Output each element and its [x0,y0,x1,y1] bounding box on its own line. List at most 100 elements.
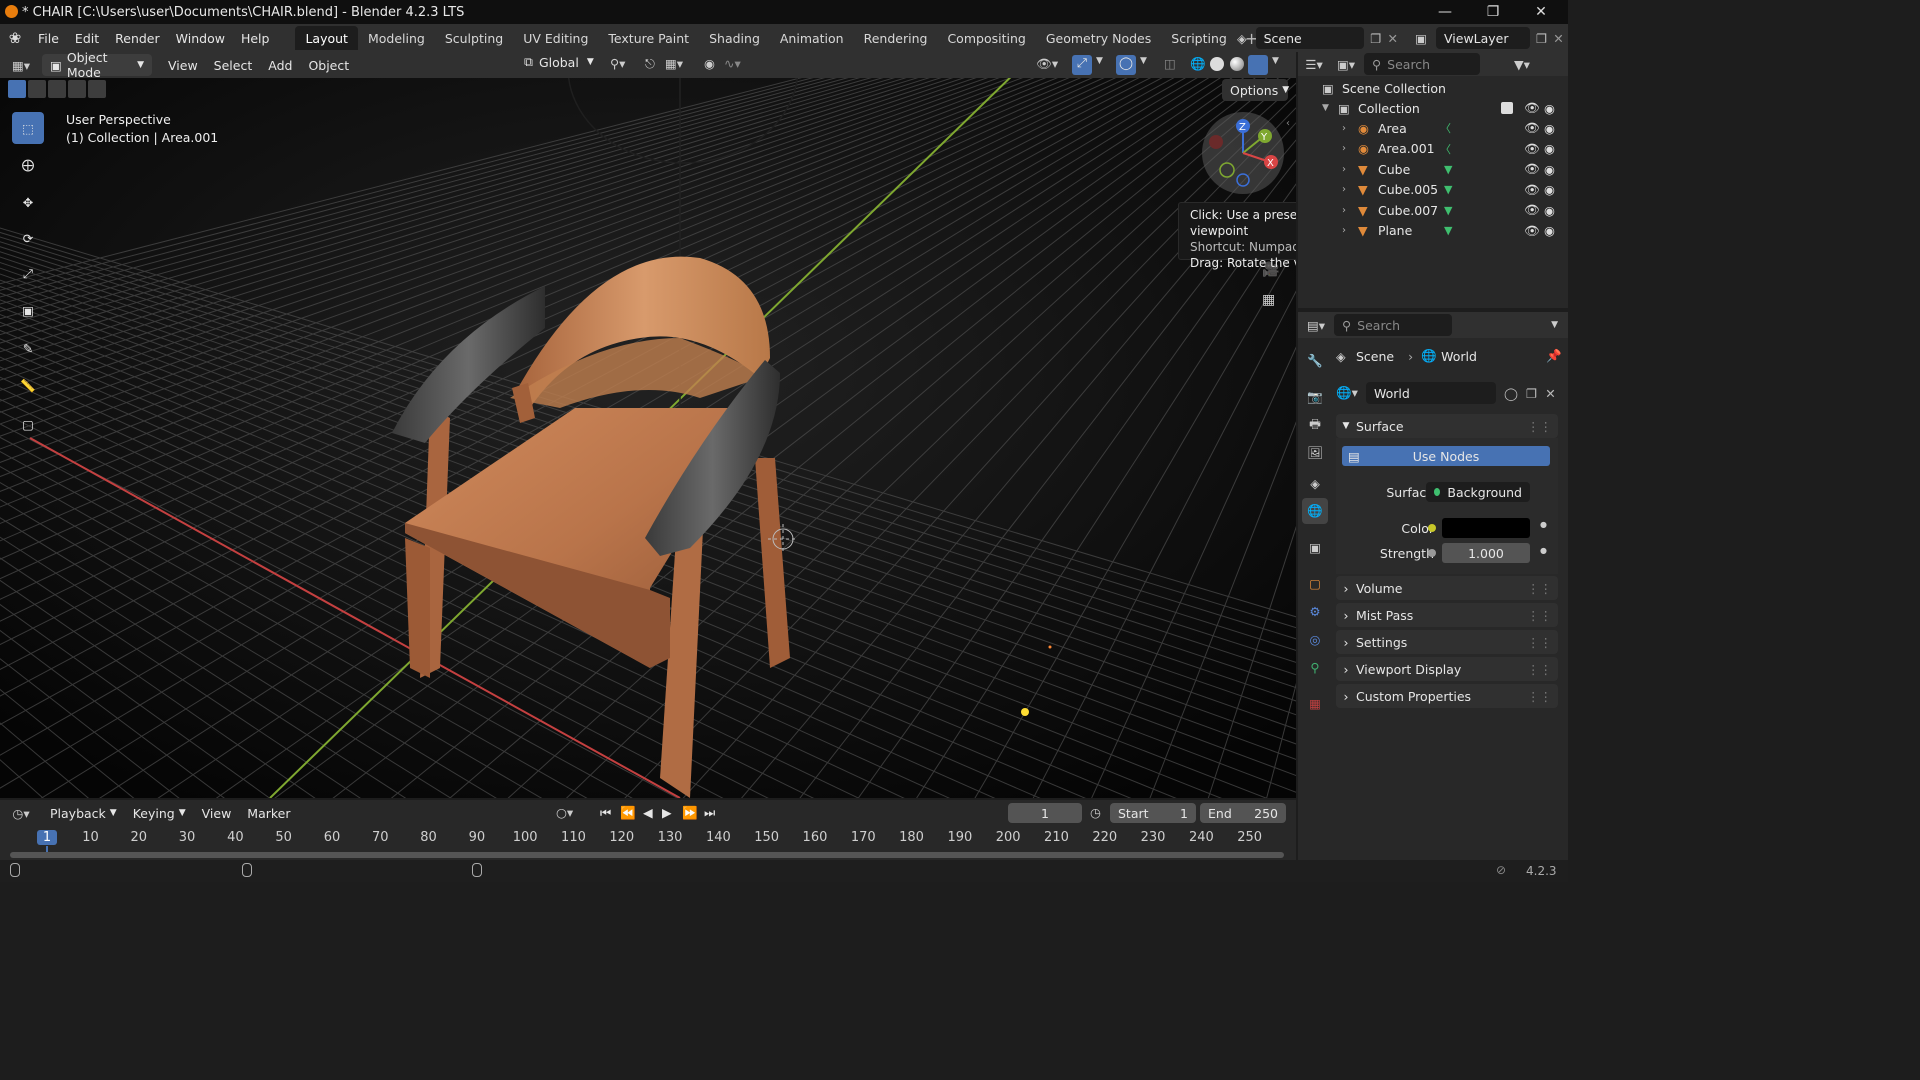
scene-tab-icon[interactable]: ◈ [1302,470,1328,496]
tab-layout[interactable]: Layout [295,26,358,50]
select-box-tool-icon[interactable]: ⬚ [12,112,44,144]
sidebar-toggle-icon[interactable]: ‹ [1286,118,1290,129]
select-new-icon[interactable] [8,80,26,98]
constraint-tab-icon[interactable]: ⚲ [1302,654,1328,680]
chevron-down-icon[interactable]: ▼ [1551,320,1558,330]
menu-edit[interactable]: Edit [67,24,107,52]
mesh-data-icon[interactable]: ▼ [1444,204,1452,217]
cursor-tool-icon[interactable]: ⨁ [12,148,44,180]
outliner-search[interactable]: ⚲ Search [1364,53,1480,75]
mesh-data-icon[interactable]: ▼ [1444,163,1452,176]
chevron-right-icon[interactable]: › [1342,123,1358,134]
view-layer-tab-icon[interactable]: 🖼 [1302,440,1328,466]
menu-window[interactable]: Window [168,24,233,52]
mesh-data-icon[interactable]: ▼ [1444,224,1452,237]
vp-menu-object[interactable]: Object [300,51,357,79]
physics-tab-icon[interactable]: ◎ [1302,626,1328,652]
restore-button[interactable]: ❐ [1470,0,1516,24]
light-data-icon[interactable]: 〈 [1440,141,1451,157]
navigation-gizmo[interactable]: Z Y X [1202,112,1284,194]
world-browse-icon[interactable]: 🌐▾ [1336,385,1366,401]
delete-view-layer-icon[interactable]: ✕ [1553,31,1563,46]
outliner-item[interactable]: › ◉ Area 〈 👁 ◉ [1298,118,1568,138]
chevron-right-icon[interactable]: › [1342,143,1358,154]
unlink-world-icon[interactable]: ✕ [1545,386,1555,401]
tab-shading[interactable]: Shading [699,26,770,50]
delete-scene-icon[interactable]: ✕ [1388,31,1398,46]
camera-icon[interactable]: ◉ [1544,121,1555,136]
collection-row[interactable]: ▼ ▣ Collection 👁 ◉ [1298,98,1568,118]
eye-icon[interactable]: 👁 [1524,202,1540,218]
surface-panel-header[interactable]: ▼ Surface ⋮⋮ [1336,414,1558,438]
camera-icon[interactable]: ◉ [1544,101,1555,116]
tab-geometry-nodes[interactable]: Geometry Nodes [1036,26,1161,50]
solid-shading-icon[interactable] [1210,57,1224,71]
close-window-button[interactable]: ✕ [1518,0,1564,24]
scene-collection-row[interactable]: ▣ Scene Collection [1298,78,1568,98]
overlay-toggle-icon[interactable]: ◯ [1116,55,1136,75]
object-tab-icon[interactable]: ▢ [1302,570,1328,596]
editor-type-icon[interactable]: ▦▾ [0,58,42,73]
tab-animation[interactable]: Animation [770,26,854,50]
tab-rendering[interactable]: Rendering [854,26,938,50]
pin-icon[interactable]: 📌 [1546,348,1562,364]
eye-icon[interactable]: 👁 [1524,182,1540,198]
visibility-icon[interactable]: 👁▾ [1036,56,1058,72]
drag-handle-icon[interactable]: ⋮⋮ [1527,581,1552,596]
new-scene-icon[interactable]: ❐ [1370,31,1381,46]
world-name-field[interactable]: World [1366,382,1496,404]
measure-tool-icon[interactable]: 📏 [12,370,44,402]
xray-icon[interactable]: ◫ [1164,56,1176,71]
keyframe-dot-icon[interactable]: ● [1540,520,1547,529]
gizmo-toggle-icon[interactable]: ⤢ [1072,55,1092,75]
material-shading-icon[interactable] [1230,57,1244,71]
modifier-tab-icon[interactable]: ⚙ [1302,598,1328,624]
properties-editor-icon[interactable]: ▤▾ [1298,318,1334,333]
rendered-shading-icon[interactable] [1248,55,1268,75]
overlay-options-icon[interactable]: ▼ [1140,56,1147,66]
eye-icon[interactable]: 👁 [1524,161,1540,177]
ortho-toggle-icon[interactable]: ▦ [1262,292,1275,308]
keyframe-dot-icon[interactable]: ● [1540,546,1547,555]
menu-help[interactable]: Help [233,24,278,52]
camera-icon[interactable]: ◉ [1544,223,1555,238]
tab-scripting[interactable]: Scripting [1161,26,1237,50]
drag-handle-icon[interactable]: ⋮⋮ [1527,608,1552,623]
camera-icon[interactable]: ◉ [1544,203,1555,218]
select-subtract-icon[interactable] [48,80,66,98]
drag-handle-icon[interactable]: ⋮⋮ [1527,662,1552,677]
menu-file[interactable]: File [30,24,67,52]
chevron-right-icon[interactable]: › [1342,164,1358,175]
snap-target-icon[interactable]: ▦▾ [665,56,683,71]
eye-icon[interactable]: 👁 [1524,141,1540,157]
select-extend-icon[interactable] [28,80,46,98]
3d-viewport[interactable]: User Perspective (1) Collection | Area.0… [0,78,1296,798]
light-data-icon[interactable]: 〈 [1440,120,1451,136]
tab-compositing[interactable]: Compositing [937,26,1035,50]
scene-selector[interactable]: ◈ Scene ❐ ✕ [1228,27,1398,49]
camera-icon[interactable]: ◉ [1544,162,1555,177]
tool-tab-icon[interactable]: 🔧 [1302,348,1328,374]
camera-icon[interactable]: ◉ [1544,182,1555,197]
vp-menu-select[interactable]: Select [206,51,261,79]
texture-tab-icon[interactable]: ▦ [1302,690,1328,716]
minimize-button[interactable]: — [1422,0,1468,24]
view-layer-name[interactable]: ViewLayer [1436,27,1530,49]
timeline-scrollbar[interactable] [10,852,1284,858]
render-tab-icon[interactable]: 📷 [1302,384,1328,410]
eye-icon[interactable]: 👁 [1524,223,1540,239]
outliner-item[interactable]: › ▼ Cube.007 ▼ 👁 ◉ [1298,200,1568,220]
tab-sculpting[interactable]: Sculpting [435,26,513,50]
drag-handle-icon[interactable]: ⋮⋮ [1527,419,1552,434]
outliner-item[interactable]: › ▼ Plane ▼ 👁 ◉ [1298,221,1568,241]
tab-texture-paint[interactable]: Texture Paint [598,26,699,50]
chevron-right-icon[interactable]: › [1342,184,1358,195]
outliner-item[interactable]: › ▼ Cube ▼ 👁 ◉ [1298,159,1568,179]
outliner-item[interactable]: › ◉ Area.001 〈 👁 ◉ [1298,139,1568,159]
panel-header-collapsed[interactable]: › Mist Pass ⋮⋮ [1336,603,1558,627]
pivot-point-icon[interactable]: ⚲▾ [610,56,625,71]
surface-shader-field[interactable]: Background [1426,482,1530,502]
properties-search[interactable]: ⚲ Search [1334,314,1452,336]
vp-menu-view[interactable]: View [160,51,206,79]
panel-header-collapsed[interactable]: › Viewport Display ⋮⋮ [1336,657,1558,681]
